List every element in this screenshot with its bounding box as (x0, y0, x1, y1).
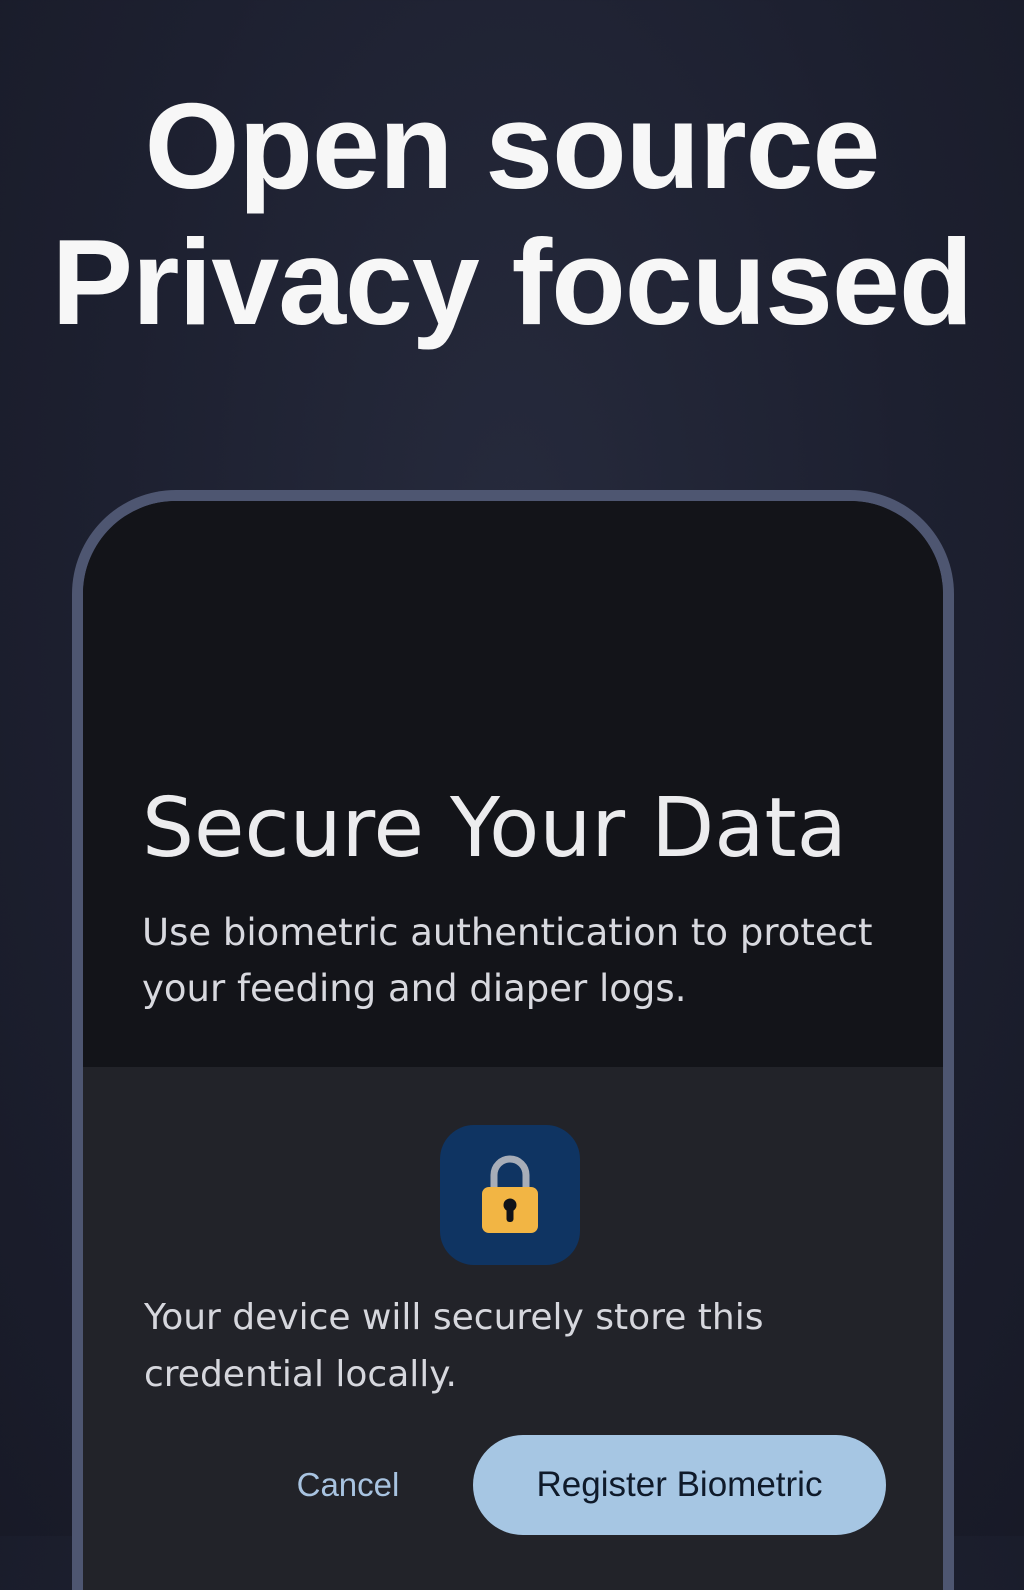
cancel-button[interactable]: Cancel (273, 1437, 423, 1533)
lock-icon (440, 1125, 580, 1265)
phone-frame: Secure Your Data Use biometric authentic… (72, 490, 954, 1590)
dialog-message: Your device will securely store this cre… (144, 1297, 764, 1395)
promo-headline: Open source Privacy focused (0, 78, 1024, 350)
screen-title: Secure Your Data (142, 781, 847, 876)
screen-description: Use biometric authentication to protect … (142, 911, 873, 1010)
headline-line-1: Open source (144, 78, 881, 214)
lock-icon-graphic (482, 1155, 538, 1233)
headline-line-2: Privacy focused (51, 214, 974, 350)
register-biometric-button[interactable]: Register Biometric (473, 1435, 886, 1535)
biometric-dialog: Your device will securely store this cre… (83, 1067, 943, 1590)
onboarding-screen: Secure Your Data Use biometric authentic… (83, 501, 943, 1067)
